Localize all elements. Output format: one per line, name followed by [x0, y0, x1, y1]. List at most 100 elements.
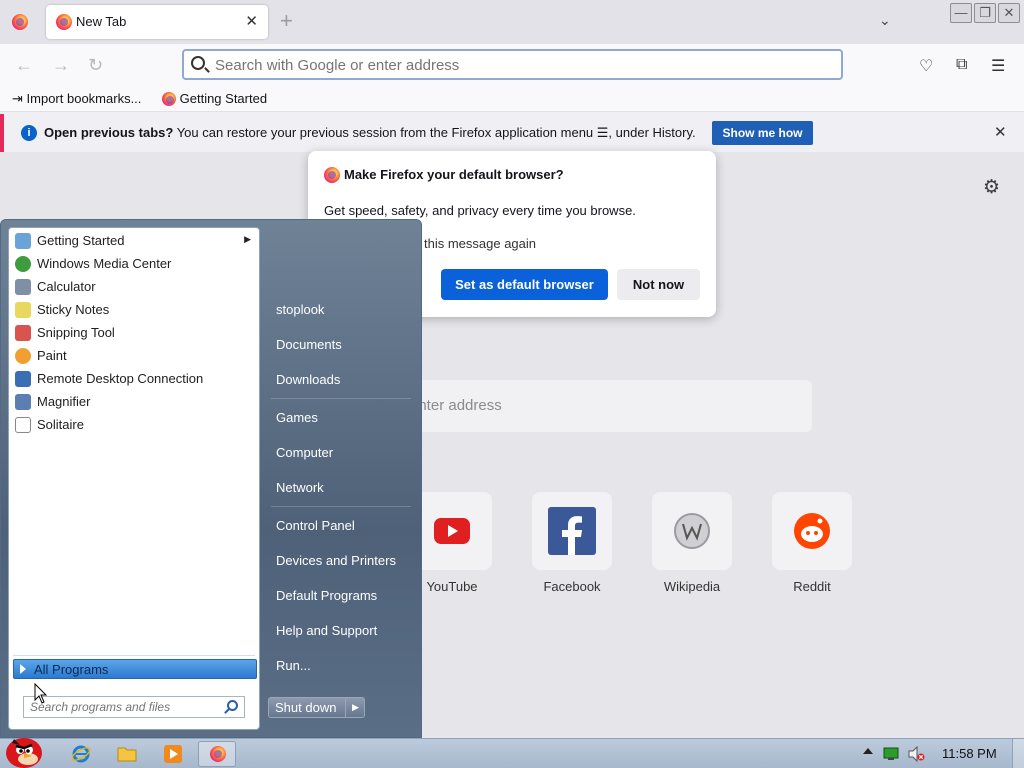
start-item-downloads[interactable]: Downloads: [276, 372, 340, 387]
newtab-search-box[interactable]: enter address: [400, 380, 812, 432]
start-item-computer[interactable]: Computer: [276, 445, 333, 460]
start-item-user-folder[interactable]: stoplook: [276, 302, 324, 317]
url-input[interactable]: [215, 55, 815, 75]
bookmarks-toolbar: ⇥ Import bookmarks... Getting Started: [0, 86, 1024, 112]
tab-bar: New Tab ✕ + ⌄ — ❐ ✕: [0, 0, 1024, 44]
tab-close-icon[interactable]: ✕: [245, 12, 258, 30]
network-icon[interactable]: [883, 747, 899, 761]
list-all-tabs-icon[interactable]: ⌄: [879, 12, 891, 29]
bookmark-getting-started[interactable]: Getting Started: [162, 91, 267, 106]
info-icon: i: [21, 125, 37, 141]
reload-icon[interactable]: ↻: [88, 55, 103, 76]
minimize-button[interactable]: —: [950, 3, 972, 23]
infobar-close-icon[interactable]: ✕: [994, 123, 1007, 141]
shortcut-label: Facebook: [543, 579, 601, 594]
show-me-how-button[interactable]: Show me how: [712, 121, 813, 145]
start-item-help-support[interactable]: Help and Support: [276, 623, 377, 638]
start-item-run[interactable]: Run...: [276, 658, 311, 673]
taskbar: 11:58 PM: [0, 738, 1024, 768]
tab-new-tab[interactable]: New Tab ✕: [46, 5, 268, 39]
start-item-documents[interactable]: Documents: [276, 337, 342, 352]
program-snipping-tool[interactable]: Snipping Tool: [13, 322, 257, 344]
settings-gear-icon[interactable]: ⚙: [983, 176, 1000, 199]
shortcut-label: Reddit: [793, 579, 831, 594]
divider: [271, 398, 411, 399]
shortcut-reddit[interactable]: Reddit: [772, 492, 852, 594]
infobar-text: You can restore your previous session fr…: [176, 125, 696, 140]
app-menu-icon[interactable]: ☰: [991, 56, 1005, 76]
search-icon[interactable]: [227, 700, 238, 711]
taskbar-explorer[interactable]: [108, 741, 146, 767]
calculator-icon: [15, 279, 31, 295]
show-hidden-icons-arrow-icon[interactable]: [863, 748, 873, 754]
navigation-toolbar: ← → ↻ ♡ ⧉ ☰: [0, 44, 1024, 86]
wikipedia-icon: [674, 513, 710, 549]
firefox-icon: [56, 14, 72, 30]
url-bar[interactable]: [182, 49, 843, 80]
program-magnifier[interactable]: Magnifier: [13, 391, 257, 413]
youtube-icon: [434, 518, 470, 544]
taskbar-clock[interactable]: 11:58 PM: [942, 746, 997, 761]
set-default-browser-button[interactable]: Set as default browser: [441, 269, 608, 300]
start-item-games[interactable]: Games: [276, 410, 318, 425]
start-menu-programs-pane: Getting Started ▶ Windows Media Center C…: [8, 227, 260, 730]
magnifier-icon: [15, 394, 31, 410]
new-tab-button[interactable]: +: [280, 8, 293, 34]
reddit-icon: [794, 513, 830, 549]
start-item-devices-printers[interactable]: Devices and Printers: [276, 553, 396, 568]
search-icon: [191, 56, 205, 70]
program-sticky-notes[interactable]: Sticky Notes: [13, 299, 257, 321]
import-icon: ⇥: [12, 91, 23, 106]
infobar-message: Open previous tabs? You can restore your…: [44, 125, 696, 141]
shortcut-wikipedia[interactable]: Wikipedia: [652, 492, 732, 594]
shortcut-tile: [532, 492, 612, 570]
shortcut-facebook[interactable]: Facebook: [532, 492, 612, 594]
taskbar-firefox[interactable]: [198, 741, 236, 767]
firefox-menu-icon[interactable]: [12, 14, 28, 30]
divider: [271, 506, 411, 507]
program-paint[interactable]: Paint: [13, 345, 257, 367]
volume-muted-icon[interactable]: [907, 746, 925, 762]
start-item-control-panel[interactable]: Control Panel: [276, 518, 355, 533]
remote-desktop-icon: [15, 371, 31, 387]
shortcut-youtube[interactable]: YouTube: [412, 492, 492, 594]
start-search-input[interactable]: [30, 699, 218, 715]
program-label: Solitaire: [37, 417, 84, 432]
start-item-default-programs[interactable]: Default Programs: [276, 588, 377, 603]
forward-icon[interactable]: →: [52, 55, 70, 76]
taskbar-media-player[interactable]: [154, 741, 192, 767]
maximize-button[interactable]: ❐: [974, 3, 996, 23]
shut-down-label: Shut down: [275, 700, 337, 715]
back-icon[interactable]: ←: [15, 55, 33, 76]
solitaire-icon: [15, 417, 31, 433]
pocket-icon[interactable]: ♡: [919, 56, 933, 76]
tab-title: New Tab: [76, 14, 127, 29]
close-window-button[interactable]: ✕: [998, 3, 1020, 23]
dont-show-again-label[interactable]: this message again: [424, 236, 536, 251]
program-getting-started[interactable]: Getting Started ▶: [13, 230, 257, 252]
shortcut-label: YouTube: [426, 579, 478, 594]
not-now-button[interactable]: Not now: [617, 269, 700, 300]
extensions-icon[interactable]: ⧉: [956, 56, 967, 74]
shutdown-options-arrow-icon[interactable]: ▶: [345, 698, 365, 717]
bookmark-label: Import bookmarks...: [26, 91, 142, 106]
all-programs-button[interactable]: All Programs: [13, 659, 257, 679]
show-desktop-button[interactable]: [1012, 739, 1024, 768]
divider: [13, 655, 255, 656]
all-programs-label: All Programs: [34, 662, 109, 677]
program-windows-media-center[interactable]: Windows Media Center: [13, 253, 257, 275]
start-item-network[interactable]: Network: [276, 480, 324, 495]
program-calculator[interactable]: Calculator: [13, 276, 257, 298]
expand-arrow-icon: [20, 664, 26, 674]
shortcut-tile: [652, 492, 732, 570]
taskbar-internet-explorer[interactable]: [62, 741, 100, 767]
bookmark-import[interactable]: ⇥ Import bookmarks...: [12, 91, 141, 107]
paint-icon: [15, 348, 31, 364]
shut-down-button[interactable]: Shut down ▶: [268, 697, 365, 718]
start-button-bird-icon[interactable]: [2, 729, 46, 768]
program-remote-desktop[interactable]: Remote Desktop Connection: [13, 368, 257, 390]
program-solitaire[interactable]: Solitaire: [13, 414, 257, 436]
start-search-box[interactable]: [23, 696, 245, 718]
program-label: Calculator: [37, 279, 96, 294]
sticky-notes-icon: [15, 302, 31, 318]
